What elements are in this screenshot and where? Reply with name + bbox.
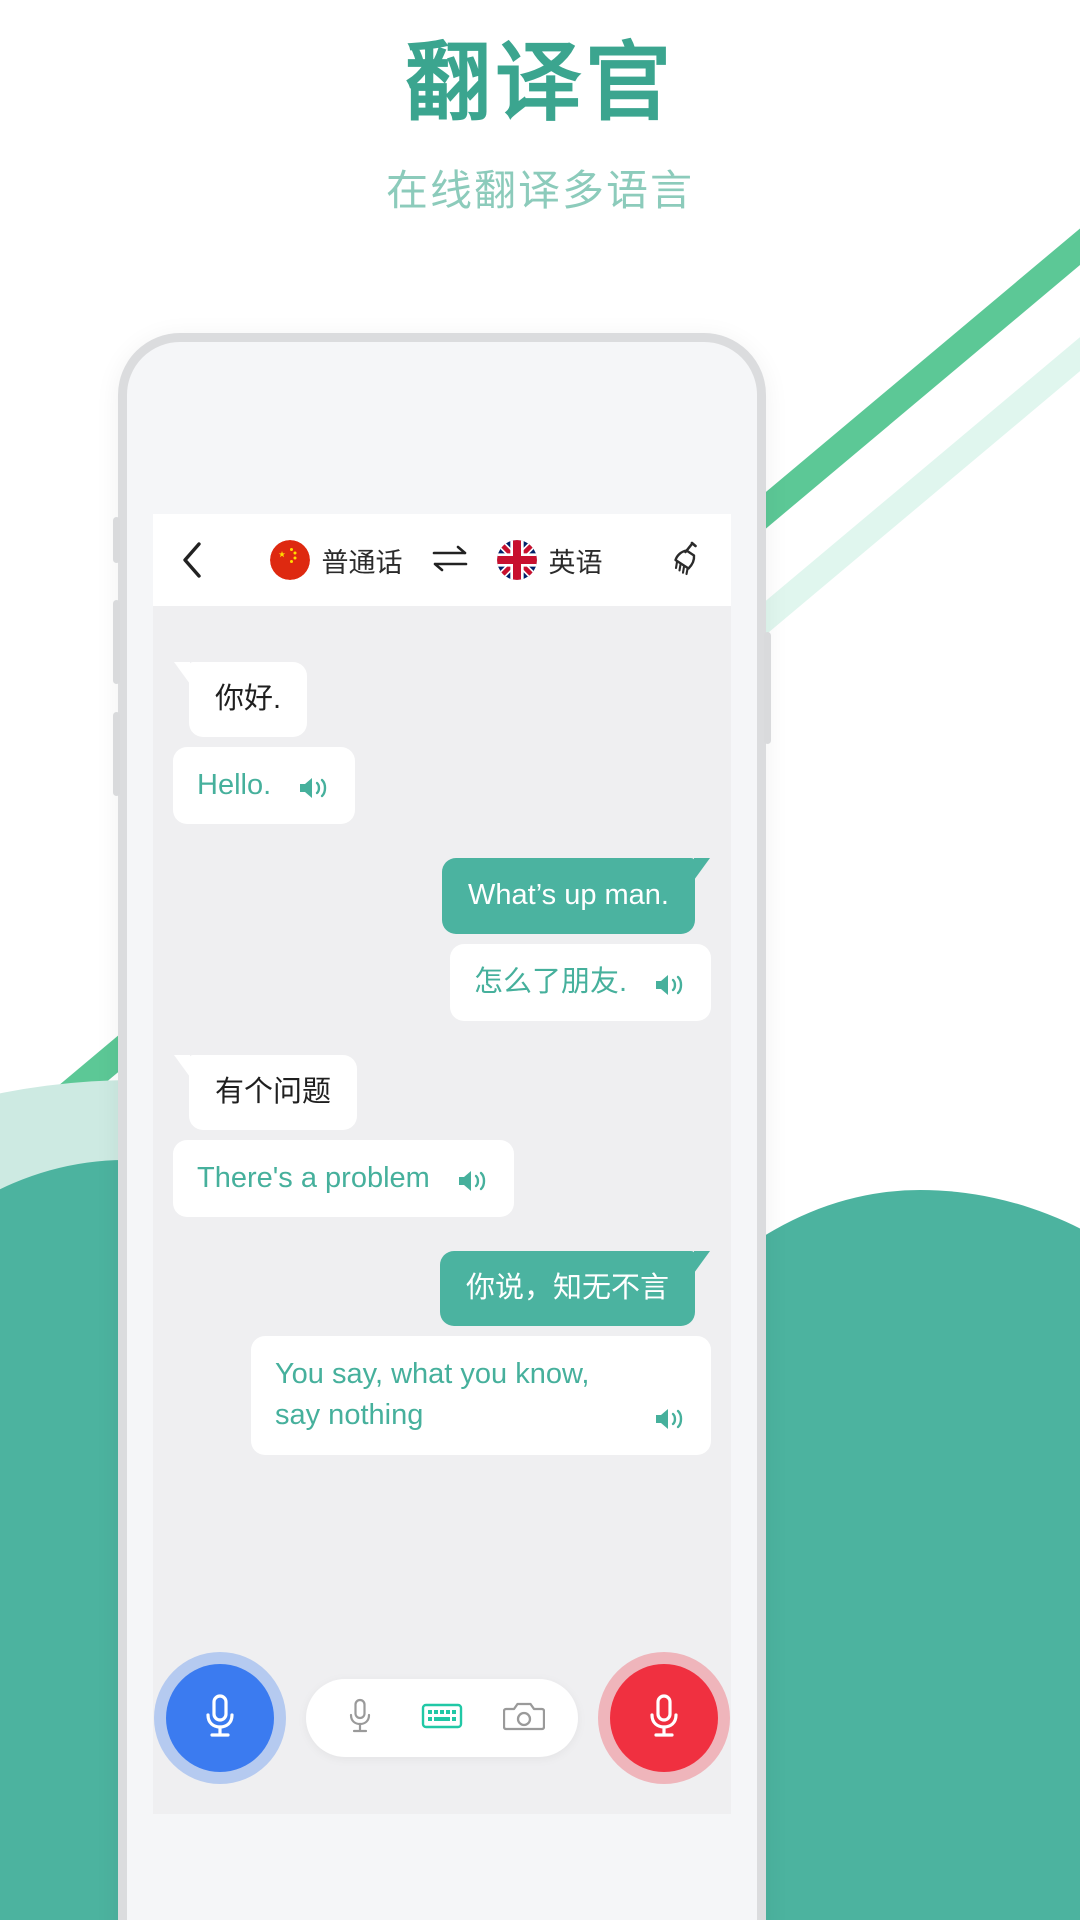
hero-text-block: 翻译官 在线翻译多语言 xyxy=(0,36,1080,218)
message-original[interactable]: 有个问题 xyxy=(173,1054,358,1130)
speaker-icon[interactable] xyxy=(653,970,687,1000)
speaker-icon[interactable] xyxy=(653,1404,687,1434)
swap-arrows-icon xyxy=(430,543,470,578)
uk-flag-icon xyxy=(496,540,537,580)
input-controls-bar xyxy=(153,1664,731,1772)
microphone-icon xyxy=(344,1696,376,1741)
microphone-icon xyxy=(197,1690,243,1747)
phone-screen: 普通话 英语 你好. Hello. What’s up man. 怎么了朋友. … xyxy=(153,514,731,1814)
message-translation[interactable]: You say, what you know, say nothing xyxy=(251,1336,711,1455)
target-language-label: 英语 xyxy=(548,547,603,578)
china-flag-icon xyxy=(269,540,310,580)
page-title: 翻译官 xyxy=(405,35,675,131)
message-translation-text: There's a problem xyxy=(197,1161,430,1194)
page-subtitle: 在线翻译多语言 xyxy=(385,166,694,214)
camera-input-button[interactable] xyxy=(502,1696,546,1740)
input-mode-toolbar xyxy=(306,1679,578,1757)
message-group: 你说，知无不言 You say, what you know, say noth… xyxy=(173,1251,711,1455)
phone-mockup: 普通话 英语 你好. Hello. What’s up man. 怎么了朋友. … xyxy=(113,333,771,1920)
message-group: What’s up man. 怎么了朋友. xyxy=(173,858,711,1021)
message-translation[interactable]: 怎么了朋友. xyxy=(449,943,711,1021)
message-original[interactable]: What’s up man. xyxy=(442,858,710,934)
phone-mute-switch xyxy=(113,517,120,563)
target-language-chip[interactable]: 英语 xyxy=(496,540,603,580)
message-group: 你好. Hello. xyxy=(173,662,711,825)
language-selector-group: 普通话 英语 xyxy=(209,540,663,580)
app-toolbar: 普通话 英语 xyxy=(153,514,731,606)
keyboard-icon xyxy=(421,1701,463,1736)
record-source-button[interactable] xyxy=(166,1664,274,1772)
camera-icon xyxy=(502,1699,546,1738)
broom-icon xyxy=(666,538,706,583)
message-translation-text: 怎么了朋友. xyxy=(473,965,627,998)
message-original[interactable]: 你好. xyxy=(173,662,308,738)
promo-page: 翻译官 在线翻译多语言 普通话 英语 你好. Hello. What’s up … xyxy=(0,0,1080,1920)
source-language-chip[interactable]: 普通话 xyxy=(269,540,403,580)
message-translation[interactable]: Hello. xyxy=(173,747,356,825)
phone-power-button xyxy=(764,632,771,744)
message-translation[interactable]: There's a problem xyxy=(173,1139,514,1218)
phone-volume-down-button xyxy=(113,712,120,796)
phone-volume-up-button xyxy=(113,600,120,684)
chevron-left-icon xyxy=(181,541,203,579)
message-group: 有个问题 There's a problem xyxy=(173,1054,711,1218)
back-button[interactable] xyxy=(175,541,209,579)
message-translation-text: You say, what you know, say nothing xyxy=(275,1358,590,1432)
keyboard-input-button[interactable] xyxy=(420,1696,464,1740)
message-original[interactable]: 你说，知无不言 xyxy=(439,1251,711,1327)
speaker-icon[interactable] xyxy=(297,773,331,803)
message-translation-text: Hello. xyxy=(197,769,272,802)
swap-languages-button[interactable] xyxy=(429,544,471,576)
voice-input-button[interactable] xyxy=(338,1696,382,1740)
microphone-icon xyxy=(641,1690,687,1747)
source-language-label: 普通话 xyxy=(321,547,403,578)
clear-chat-button[interactable] xyxy=(663,537,709,583)
chat-transcript[interactable]: 你好. Hello. What’s up man. 怎么了朋友. 有个问题 Th… xyxy=(153,606,731,1814)
record-target-button[interactable] xyxy=(610,1664,718,1772)
speaker-icon[interactable] xyxy=(456,1166,490,1196)
